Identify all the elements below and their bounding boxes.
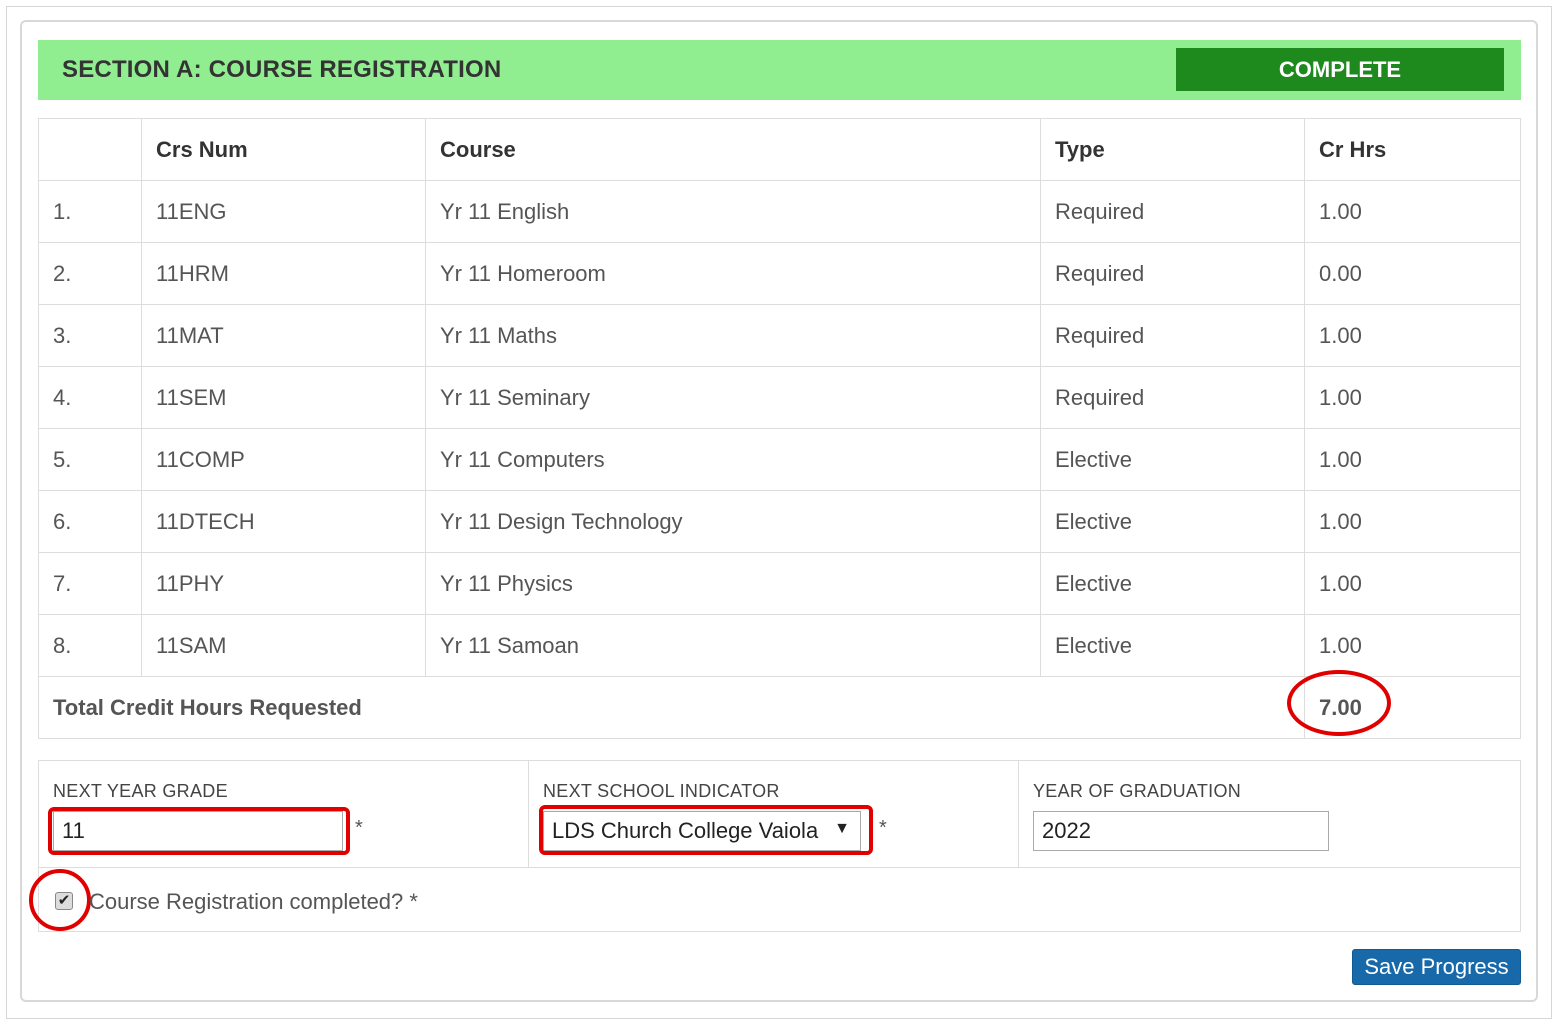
next-year-grade-label: NEXT YEAR GRADE	[53, 781, 228, 801]
row-type: Elective	[1040, 428, 1305, 491]
row-crs-num: 11MAT	[141, 304, 426, 367]
row-cr-hrs: 1.00	[1304, 366, 1521, 429]
header-cr-hrs: Cr Hrs	[1304, 118, 1521, 181]
grade-highlight-box	[48, 807, 350, 855]
row-index: 1.	[38, 180, 142, 243]
row-type: Required	[1040, 304, 1305, 367]
row-course: Yr 11 English	[425, 180, 1041, 243]
row-type: Elective	[1040, 552, 1305, 615]
form-fields-row: NEXT YEAR GRADE 11 * NEXT SCHOOL INDICAT…	[39, 761, 1520, 868]
header-index	[38, 118, 142, 181]
next-school-group: NEXT SCHOOL INDICATOR LDS Church College…	[529, 761, 1019, 867]
header-type: Type	[1040, 118, 1305, 181]
table-row: 6. 11DTECH Yr 11 Design Technology Elect…	[38, 490, 1521, 553]
save-progress-button[interactable]: Save Progress	[1352, 949, 1521, 985]
row-index: 7.	[38, 552, 142, 615]
row-crs-num: 11HRM	[141, 242, 426, 305]
table-row: 8. 11SAM Yr 11 Samoan Elective 1.00	[38, 614, 1521, 677]
table-row: 3. 11MAT Yr 11 Maths Required 1.00	[38, 304, 1521, 367]
row-cr-hrs: 1.00	[1304, 428, 1521, 491]
row-index: 5.	[38, 428, 142, 491]
table-row: 7. 11PHY Yr 11 Physics Elective 1.00	[38, 552, 1521, 615]
header-course: Course	[425, 118, 1041, 181]
section-header: SECTION A: COURSE REGISTRATION COMPLETE	[38, 40, 1521, 100]
row-crs-num: 11COMP	[141, 428, 426, 491]
row-cr-hrs: 1.00	[1304, 614, 1521, 677]
registration-form: NEXT YEAR GRADE 11 * NEXT SCHOOL INDICAT…	[29, 760, 1521, 933]
completion-row: ✔ Course Registration completed? *	[29, 867, 1520, 933]
row-course: Yr 11 Design Technology	[425, 490, 1041, 553]
row-course: Yr 11 Homeroom	[425, 242, 1041, 305]
total-cell: 7.00	[1287, 670, 1521, 739]
row-crs-num: 11DTECH	[141, 490, 426, 553]
table-row: 2. 11HRM Yr 11 Homeroom Required 0.00	[38, 242, 1521, 305]
required-marker: *	[879, 817, 887, 839]
table-row: 4. 11SEM Yr 11 Seminary Required 1.00	[38, 366, 1521, 429]
row-course: Yr 11 Maths	[425, 304, 1041, 367]
row-cr-hrs: 1.00	[1304, 552, 1521, 615]
row-course: Yr 11 Computers	[425, 428, 1041, 491]
row-cr-hrs: 0.00	[1304, 242, 1521, 305]
row-course: Yr 11 Physics	[425, 552, 1041, 615]
row-cr-hrs: 1.00	[1304, 180, 1521, 243]
graduation-year-group: YEAR OF GRADUATION 2022	[1019, 761, 1522, 867]
row-index: 2.	[38, 242, 142, 305]
row-crs-num: 11SEM	[141, 366, 426, 429]
row-index: 6.	[38, 490, 142, 553]
course-table: Crs Num Course Type Cr Hrs 1. 11ENG Yr 1…	[38, 118, 1521, 739]
school-highlight-box	[539, 805, 873, 855]
required-marker: *	[355, 817, 363, 839]
row-cr-hrs: 1.00	[1304, 304, 1521, 367]
table-row: 1. 11ENG Yr 11 English Required 1.00	[38, 180, 1521, 243]
row-cr-hrs: 1.00	[1304, 490, 1521, 553]
row-course: Yr 11 Samoan	[425, 614, 1041, 677]
header-crs-num: Crs Num	[141, 118, 426, 181]
row-course: Yr 11 Seminary	[425, 366, 1041, 429]
graduation-year-input[interactable]: 2022	[1033, 811, 1329, 851]
row-type: Elective	[1040, 614, 1305, 677]
row-index: 3.	[38, 304, 142, 367]
table-header-row: Crs Num Course Type Cr Hrs	[38, 118, 1521, 181]
row-index: 4.	[38, 366, 142, 429]
next-school-label: NEXT SCHOOL INDICATOR	[543, 781, 780, 801]
row-type: Elective	[1040, 490, 1305, 553]
row-index: 8.	[38, 614, 142, 677]
row-type: Required	[1040, 242, 1305, 305]
next-year-grade-group: NEXT YEAR GRADE 11 *	[39, 761, 529, 867]
checkbox-highlight-circle	[29, 869, 91, 931]
table-row: 5. 11COMP Yr 11 Computers Elective 1.00	[38, 428, 1521, 491]
row-crs-num: 11SAM	[141, 614, 426, 677]
row-type: Required	[1040, 180, 1305, 243]
row-type: Required	[1040, 366, 1305, 429]
status-badge: COMPLETE	[1176, 48, 1504, 91]
graduation-year-label: YEAR OF GRADUATION	[1033, 781, 1242, 801]
total-label: Total Credit Hours Requested	[38, 676, 1305, 739]
row-crs-num: 11ENG	[141, 180, 426, 243]
total-row: Total Credit Hours Requested 7.00	[38, 670, 1521, 739]
completion-checkbox-label: Course Registration completed? *	[89, 889, 418, 914]
total-highlight-circle	[1287, 670, 1391, 736]
row-crs-num: 11PHY	[141, 552, 426, 615]
section-title: SECTION A: COURSE REGISTRATION	[62, 56, 502, 83]
